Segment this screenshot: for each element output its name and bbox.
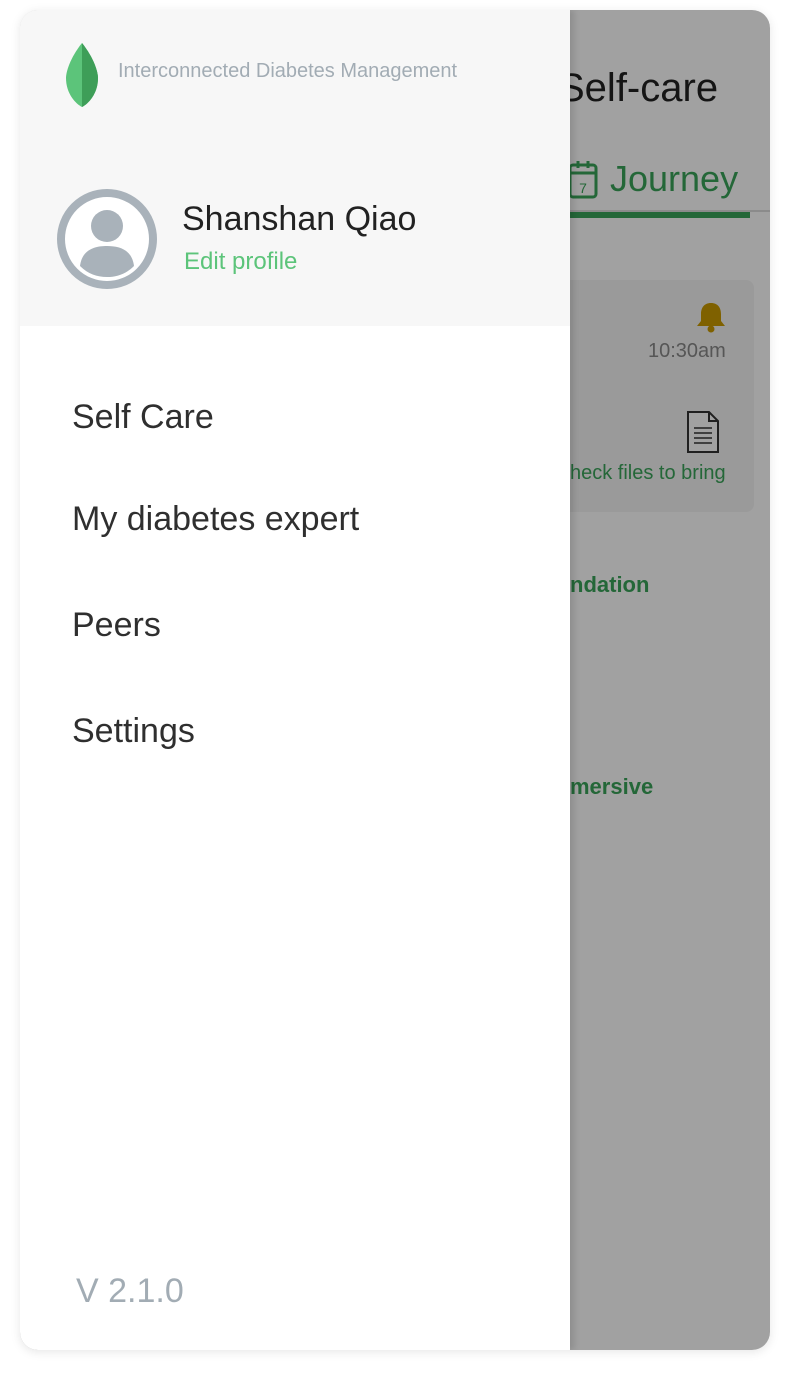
menu-item-my-diabetes-expert[interactable]: My diabetes expert bbox=[72, 500, 359, 539]
app-name: Interconnected Diabetes Management bbox=[118, 60, 458, 82]
navigation-drawer: Interconnected Diabetes Management Shans… bbox=[20, 10, 570, 1350]
menu-item-self-care[interactable]: Self Care bbox=[72, 398, 214, 437]
app-window: Self-care 7 Journey 10:30am heck files t… bbox=[20, 10, 770, 1350]
edit-profile-link[interactable]: Edit profile bbox=[184, 248, 297, 276]
menu-item-peers[interactable]: Peers bbox=[72, 606, 161, 645]
leaf-icon bbox=[66, 43, 98, 107]
menu-item-settings[interactable]: Settings bbox=[72, 712, 195, 751]
user-avatar-icon[interactable] bbox=[56, 188, 158, 290]
user-name: Shanshan Qiao bbox=[182, 200, 417, 238]
drawer-header: Interconnected Diabetes Management Shans… bbox=[20, 10, 570, 326]
app-version: V 2.1.0 bbox=[76, 1272, 184, 1310]
